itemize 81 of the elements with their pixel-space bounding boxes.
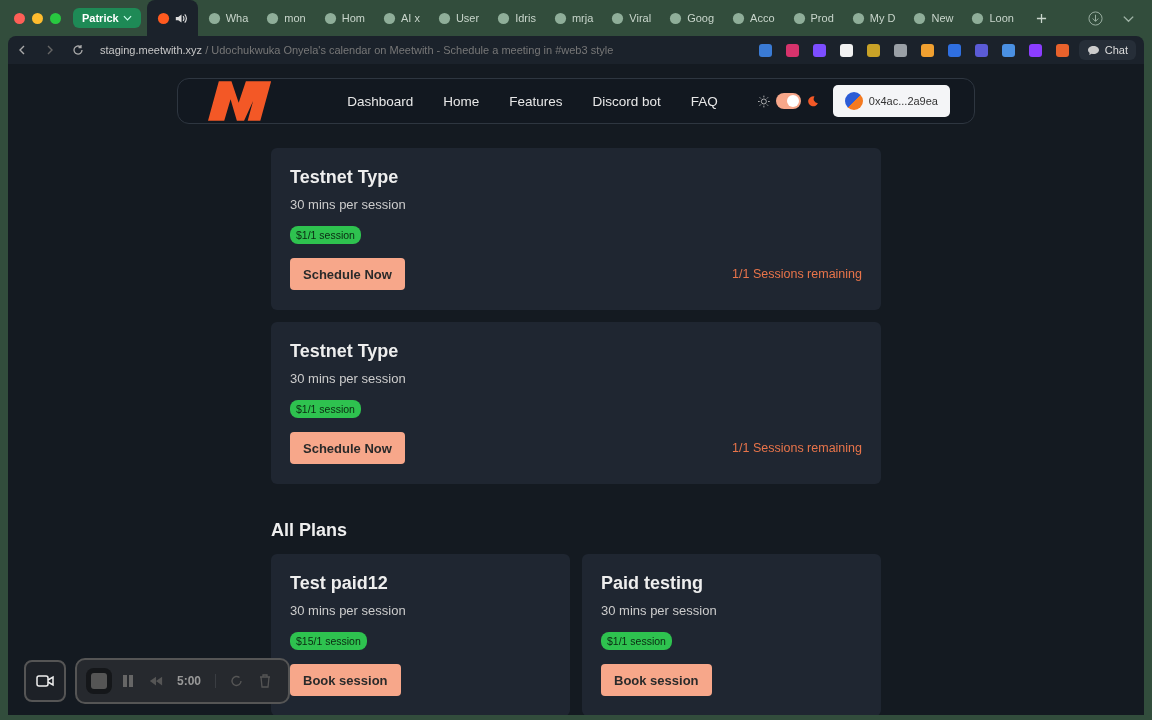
reload-icon[interactable] bbox=[72, 44, 84, 56]
close-window-button[interactable] bbox=[14, 12, 25, 24]
favicon-icon bbox=[913, 11, 927, 25]
nav-link[interactable]: Dashboard bbox=[347, 93, 414, 109]
browser-tab[interactable]: AI x bbox=[374, 0, 428, 36]
browser-tab[interactable]: mrja bbox=[545, 0, 602, 36]
restart-icon[interactable] bbox=[230, 674, 245, 688]
browser-tab[interactable]: Prod bbox=[784, 0, 842, 36]
favicon-icon bbox=[553, 11, 567, 25]
avatar-icon bbox=[844, 92, 863, 110]
wallet-button[interactable]: 0x4ac...2a9ea bbox=[832, 85, 950, 117]
browser-tab[interactable]: Idris bbox=[489, 0, 544, 36]
extension-icon[interactable] bbox=[920, 43, 934, 57]
favicon-icon bbox=[323, 11, 337, 25]
favicon-icon bbox=[382, 11, 396, 25]
price-tag: $1/1 session bbox=[290, 226, 361, 244]
browser-tab[interactable]: Hom bbox=[315, 0, 373, 36]
session-duration: 30 mins per session bbox=[290, 197, 406, 212]
pause-icon[interactable] bbox=[121, 674, 135, 688]
favicon-icon bbox=[669, 11, 683, 25]
favicon-icon bbox=[851, 11, 865, 25]
browser-tab[interactable] bbox=[146, 0, 198, 36]
video-camera-icon bbox=[36, 675, 54, 687]
logo-icon[interactable] bbox=[208, 79, 272, 123]
favicon-icon bbox=[207, 11, 221, 25]
maximize-window-button[interactable] bbox=[50, 12, 61, 24]
plan-title: Paid testing bbox=[601, 573, 703, 594]
theme-toggle[interactable] bbox=[775, 93, 802, 109]
favicon-icon bbox=[437, 11, 451, 25]
price-tag: $15/1 session bbox=[290, 632, 367, 650]
section-heading: All Plans bbox=[271, 520, 349, 541]
extension-icon[interactable] bbox=[893, 43, 907, 57]
browser-tab[interactable]: Loon bbox=[963, 0, 1022, 36]
nav-link[interactable]: FAQ bbox=[690, 93, 718, 109]
new-tab-icon[interactable] bbox=[1035, 12, 1047, 24]
favicon-icon bbox=[156, 11, 170, 25]
speaker-icon[interactable] bbox=[174, 11, 188, 25]
favicon-icon bbox=[266, 11, 280, 25]
session-duration: 30 mins per session bbox=[290, 603, 406, 618]
favicon-icon bbox=[611, 11, 625, 25]
favicon-icon bbox=[497, 11, 511, 25]
session-title: Testnet Type bbox=[290, 167, 399, 188]
camera-button[interactable] bbox=[24, 660, 66, 702]
price-tag: $1/1 session bbox=[290, 400, 361, 418]
browser-tab[interactable]: Wha bbox=[199, 0, 257, 36]
nav-link[interactable]: Home bbox=[443, 93, 480, 109]
chevron-down-icon bbox=[122, 15, 132, 21]
recording-timer: 5:00 bbox=[177, 674, 217, 688]
minimize-window-button[interactable] bbox=[32, 12, 43, 24]
schedule-button[interactable]: Schedule Now bbox=[290, 432, 405, 464]
browser-tab[interactable]: Goog bbox=[661, 0, 723, 36]
plan-title: Test paid12 bbox=[290, 573, 388, 594]
browser-tab[interactable]: My D bbox=[843, 0, 904, 36]
chat-bubble-icon bbox=[1086, 44, 1100, 56]
session-duration: 30 mins per session bbox=[601, 603, 717, 618]
sessions-remaining: 1/1 Sessions remaining bbox=[732, 267, 862, 281]
browser-tab[interactable]: mon bbox=[258, 0, 314, 36]
address-field[interactable]: staging.meetwith.xyz / Udochukwuka Onyela's calendar on Meetwith - Schedule a meeting in #web3 style bbox=[100, 44, 614, 56]
nav-link[interactable]: Discord bot bbox=[592, 93, 661, 109]
book-button[interactable]: Book session bbox=[290, 664, 401, 696]
browser-tab[interactable]: User bbox=[429, 0, 488, 36]
browser-tab[interactable]: Viral bbox=[603, 0, 660, 36]
download-icon[interactable] bbox=[1088, 10, 1103, 26]
moon-icon bbox=[807, 94, 819, 108]
favicon-icon bbox=[792, 11, 806, 25]
browser-tab[interactable]: Acco bbox=[724, 0, 783, 36]
tab-group[interactable]: Patrick bbox=[73, 8, 141, 28]
extension-icon[interactable] bbox=[839, 43, 853, 57]
nav-link[interactable]: Features bbox=[509, 93, 563, 109]
schedule-button[interactable]: Schedule Now bbox=[290, 258, 405, 290]
chat-button[interactable]: Chat bbox=[1078, 40, 1136, 60]
session-title: Testnet Type bbox=[290, 341, 399, 362]
extension-icon[interactable] bbox=[866, 43, 880, 57]
sun-icon bbox=[757, 94, 770, 108]
favicon-icon bbox=[971, 11, 985, 25]
sessions-remaining: 1/1 Sessions remaining bbox=[732, 441, 862, 455]
session-duration: 30 mins per session bbox=[290, 371, 406, 386]
browser-tab[interactable]: New bbox=[905, 0, 962, 36]
price-tag: $1/1 session bbox=[601, 632, 672, 650]
favicon-icon bbox=[732, 11, 746, 25]
book-button[interactable]: Book session bbox=[601, 664, 712, 696]
